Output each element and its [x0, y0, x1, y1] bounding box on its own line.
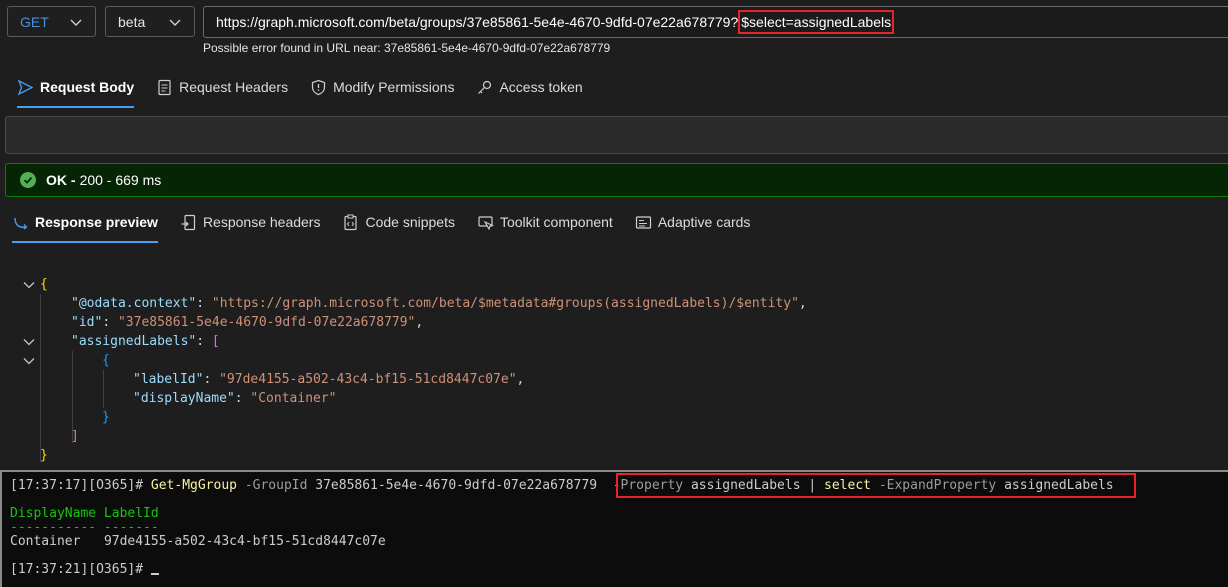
- json-key: "id": [71, 315, 103, 330]
- card-icon: [635, 215, 651, 229]
- tab-adaptive-cards[interactable]: Adaptive cards: [635, 207, 751, 237]
- json-key: "labelId": [133, 372, 204, 387]
- json-brace: }: [102, 410, 110, 425]
- terminal-table-row: Container 97de4155-a502-43c4-bf15-51cd84…: [10, 533, 386, 551]
- terminal-cursor: [150, 573, 159, 575]
- json-bracket: ]: [71, 429, 79, 444]
- json-value: "https://graph.microsoft.com/beta/$metad…: [211, 296, 799, 311]
- chevron-down-icon[interactable]: [22, 335, 36, 349]
- tab-request-headers[interactable]: Request Headers: [156, 72, 288, 102]
- tab-label: Response headers: [202, 214, 321, 230]
- chevron-down-icon: [169, 19, 181, 26]
- tab-response-headers[interactable]: Response headers: [180, 207, 321, 237]
- terminal-prompt-line: [17:37:21][O365]#: [10, 561, 159, 579]
- status-ok: OK -: [46, 172, 76, 188]
- json-line: "id": "37e85861-5e4e-4670-9dfd-07e22a678…: [71, 315, 424, 330]
- terminal-arg: 37e85861-5e4e-4670-9dfd-07e22a678779: [315, 478, 598, 493]
- terminal-cell: Container: [10, 534, 81, 549]
- code-clipboard-icon: [344, 214, 358, 230]
- document-icon: [158, 79, 171, 95]
- terminal-prompt: [17:37:21][O365]#: [10, 562, 151, 577]
- shield-icon: [311, 79, 326, 95]
- highlight-box: [616, 473, 1136, 498]
- json-brace: {: [40, 277, 48, 292]
- request-body-editor[interactable]: [5, 116, 1228, 154]
- tab-label: Modify Permissions: [333, 79, 455, 95]
- checkmark-circle-icon: [20, 172, 36, 188]
- method-value: GET: [20, 13, 49, 30]
- terminal-prompt: [17:37:17][O365]#: [10, 478, 151, 493]
- tab-code-snippets[interactable]: Code snippets: [342, 207, 455, 237]
- version-dropdown[interactable]: beta: [105, 6, 195, 37]
- url-input[interactable]: https://graph.microsoft.com/beta/groups/…: [203, 6, 1228, 38]
- tab-toolkit-component[interactable]: Toolkit component: [477, 207, 613, 237]
- tab-label: Adaptive cards: [657, 214, 751, 230]
- url-base: https://graph.microsoft.com/beta/groups/…: [216, 14, 739, 30]
- method-dropdown[interactable]: GET: [7, 6, 96, 37]
- document-arrow-icon: [181, 214, 196, 230]
- tab-label: Code snippets: [365, 214, 455, 230]
- json-line: }: [102, 408, 110, 427]
- json-line: {: [40, 275, 48, 294]
- tab-access-token[interactable]: Access token: [476, 72, 583, 102]
- json-line: "@odata.context": "https://graph.microso…: [71, 296, 807, 311]
- json-line: "labelId": "97de4155-a502-43c4-bf15-51cd…: [133, 372, 525, 387]
- json-line: {: [102, 351, 110, 370]
- tab-label: Request Headers: [179, 79, 289, 95]
- json-value: "Container": [250, 391, 337, 406]
- request-tabs: Request Body Request Headers Modify Perm…: [17, 72, 605, 108]
- indent-guide: [40, 294, 41, 462]
- toolkit-icon: [478, 215, 494, 230]
- terminal-param: -GroupId: [244, 478, 308, 493]
- json-key: "displayName": [133, 391, 235, 406]
- chevron-down-icon[interactable]: [22, 354, 36, 368]
- json-bracket: [: [211, 334, 220, 349]
- key-icon: [478, 80, 492, 94]
- status-text: 200 - 669 ms: [79, 172, 162, 188]
- json-value: "97de4155-a502-43c4-bf15-51cd8447c07e": [219, 372, 517, 387]
- json-line: ]: [71, 427, 79, 446]
- tab-request-body[interactable]: Request Body: [17, 72, 135, 108]
- tab-label: Access token: [499, 79, 583, 95]
- tab-label: Toolkit component: [499, 214, 613, 230]
- json-response: { "@odata.context": "https://graph.micro…: [0, 275, 1228, 467]
- tab-label: Response preview: [35, 214, 158, 230]
- json-line: "displayName": "Container": [133, 391, 337, 406]
- preview-icon: [14, 217, 28, 230]
- json-value: "37e85861-5e4e-4670-9dfd-07e22a678779": [117, 315, 416, 330]
- response-tabs: Response preview Response headers Code s…: [12, 207, 772, 243]
- status-bar: OK - 200 - 669 ms: [5, 163, 1228, 197]
- json-brace: {: [102, 353, 110, 368]
- json-brace: }: [40, 448, 48, 463]
- version-value: beta: [118, 13, 146, 30]
- terminal-cell: 97de4155-a502-43c4-bf15-51cd8447c07e: [103, 534, 386, 549]
- json-line: "assignedLabels": [: [71, 334, 220, 349]
- tab-response-preview[interactable]: Response preview: [12, 207, 158, 243]
- tab-label: Request Body: [40, 79, 135, 95]
- json-key: "@odata.context": [71, 296, 197, 311]
- json-key: "assignedLabels": [71, 334, 197, 349]
- powershell-terminal[interactable]: [17:37:17][O365]# Get-MgGroup -GroupId 3…: [0, 470, 1228, 587]
- send-icon: [17, 79, 34, 95]
- chevron-down-icon[interactable]: [22, 278, 36, 292]
- tab-modify-permissions[interactable]: Modify Permissions: [310, 72, 454, 102]
- json-line: }: [40, 446, 48, 465]
- indent-guide: [103, 370, 104, 408]
- chevron-down-icon: [70, 19, 82, 26]
- terminal-cmdlet: Get-MgGroup: [150, 478, 237, 493]
- url-query-highlight: $select=assignedLabels: [738, 10, 895, 34]
- url-error-hint: Possible error found in URL near: 37e858…: [203, 41, 611, 55]
